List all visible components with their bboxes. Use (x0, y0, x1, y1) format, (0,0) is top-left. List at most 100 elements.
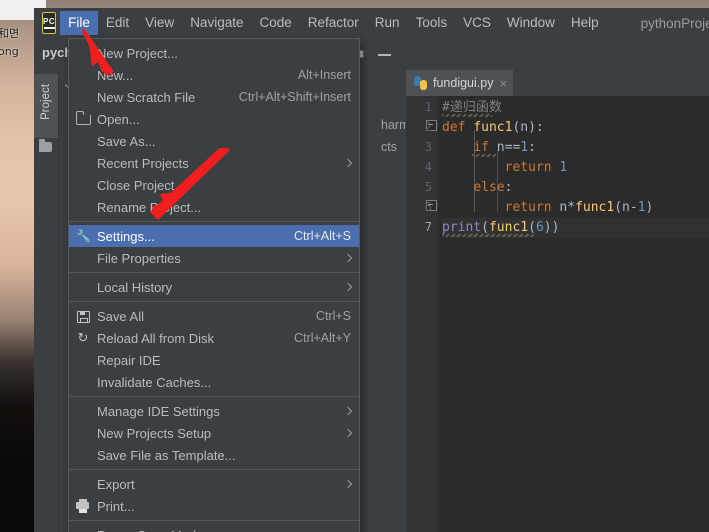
editor-gutter[interactable]: 1 2 3 4 5 6 7 (406, 96, 453, 532)
menu-file[interactable]: File (60, 11, 98, 35)
sidebar-tab-project[interactable]: Project (34, 74, 58, 138)
menu-separator (69, 469, 359, 470)
minimize-icon[interactable] (378, 54, 391, 56)
chevron-right-icon (343, 406, 353, 416)
line-number: 5 (424, 180, 432, 194)
menu-item-shortcut: Ctrl+S (315, 309, 351, 323)
line-number: 2 (424, 120, 432, 134)
folder-icon[interactable] (39, 139, 52, 152)
menu-item-recent-projects[interactable]: Recent Projects (69, 152, 359, 174)
menu-item-file-properties[interactable]: File Properties (69, 247, 359, 269)
menu-item-label: New Projects Setup (97, 425, 212, 441)
menu-item-label: File Properties (97, 250, 181, 266)
code-line[interactable]: def func1(n): (442, 118, 544, 138)
menu-item-open[interactable]: Open... (69, 108, 359, 130)
menu-edit[interactable]: Edit (98, 11, 137, 35)
desktop-icon-label-line1: 和면 (0, 28, 20, 40)
menu-item-power-save-mode[interactable]: Power Save Mode (69, 524, 359, 532)
line-number: 6 (424, 200, 432, 214)
menu-item-label: Rename Project... (97, 199, 202, 215)
menu-item-label: Power Save Mode (97, 528, 203, 532)
menu-item-label: Local History (97, 279, 173, 295)
menu-item-save-as[interactable]: Save As... (69, 130, 359, 152)
menu-item-save-file-as-template[interactable]: Save File as Template... (69, 444, 359, 466)
menu-help[interactable]: Help (563, 11, 607, 35)
menu-code[interactable]: Code (251, 11, 299, 35)
reload-icon: ↻ (77, 330, 89, 345)
menu-view[interactable]: View (137, 11, 182, 35)
menu-item-new[interactable]: New... Alt+Insert (69, 64, 359, 86)
menu-item-label: Manage IDE Settings (97, 403, 220, 419)
line-number: 4 (424, 160, 432, 174)
menu-item-label: Reload All from Disk (97, 330, 215, 346)
menu-item-label: Print... (97, 498, 135, 514)
pycharm-logo-icon: PC (42, 12, 57, 34)
menu-item-label: Invalidate Caches... (97, 374, 212, 390)
chevron-right-icon (343, 282, 353, 292)
line-number: 1 (424, 100, 432, 114)
editor-tab-label: fundigui.py (433, 76, 494, 90)
editor-area: fundigui.py × 1 2 3 4 5 6 7 #递归函数 def func1(n):… (406, 70, 709, 532)
code-line[interactable]: else: (442, 178, 512, 198)
left-tool-strip: Project (34, 70, 59, 532)
menu-item-label: Recent Projects (97, 155, 189, 171)
menu-item-local-history[interactable]: Local History (69, 276, 359, 298)
menu-item-shortcut: Alt+Insert (297, 68, 351, 82)
line-number: 7 (424, 220, 432, 234)
menu-run[interactable]: Run (367, 11, 408, 35)
menu-separator (69, 520, 359, 521)
folder-icon (75, 111, 91, 126)
menu-separator (69, 221, 359, 222)
menu-item-export[interactable]: Export (69, 473, 359, 495)
sidebar-tab-project-label: Project (40, 84, 52, 120)
menu-item-print[interactable]: Print... (69, 495, 359, 517)
menu-window[interactable]: Window (499, 11, 563, 35)
wrench-icon: 🔧 (76, 229, 91, 243)
menu-item-label: Settings... (97, 228, 155, 244)
chevron-right-icon (343, 158, 353, 168)
menu-item-new-project[interactable]: New Project... (69, 42, 359, 64)
menu-item-label: Close Project (97, 177, 175, 193)
code-line[interactable]: return n*func1(n-1) (442, 198, 654, 218)
editor-tab-fundigui[interactable]: fundigui.py × (406, 70, 514, 98)
python-file-icon (414, 76, 428, 90)
menu-tools[interactable]: Tools (408, 11, 456, 35)
file-menu-dropdown[interactable]: New Project... New... Alt+Insert New Scratc… (68, 38, 360, 532)
editor-tab-strip: fundigui.py × (406, 70, 709, 98)
menu-item-save-all[interactable]: Save All Ctrl+S (69, 305, 359, 327)
menu-item-new-projects-setup[interactable]: New Projects Setup (69, 422, 359, 444)
menu-item-reload-all-from-disk[interactable]: ↻ Reload All from Disk Ctrl+Alt+Y (69, 327, 359, 349)
chevron-right-icon (343, 479, 353, 489)
line-number: 3 (424, 140, 432, 154)
menu-item-label: Open... (97, 111, 140, 127)
menu-item-rename-project[interactable]: Rename Project... (69, 196, 359, 218)
inspection-squiggle (442, 114, 492, 117)
print-icon (76, 499, 90, 513)
menu-item-close-project[interactable]: Close Project (69, 174, 359, 196)
menu-item-label: New... (97, 67, 134, 83)
menu-item-manage-ide-settings[interactable]: Manage IDE Settings (69, 400, 359, 422)
menu-item-label: Repair IDE (97, 352, 161, 368)
code-content[interactable]: #递归函数 def func1(n): if n==1: return 1 els… (438, 96, 709, 532)
menu-item-label: Save File as Template... (97, 447, 236, 463)
menu-item-settings[interactable]: 🔧 Settings... Ctrl+Alt+S (69, 225, 359, 247)
menu-separator (69, 396, 359, 397)
menu-separator (69, 301, 359, 302)
menu-navigate[interactable]: Navigate (182, 11, 251, 35)
menu-item-new-scratch-file[interactable]: New Scratch File Ctrl+Alt+Shift+Insert (69, 86, 359, 108)
menu-item-label: Export (97, 476, 135, 492)
menu-item-invalidate-caches[interactable]: Invalidate Caches... (69, 371, 359, 393)
code-line[interactable]: return 1 (442, 158, 568, 178)
menu-separator (69, 272, 359, 273)
close-icon[interactable]: × (499, 77, 507, 90)
chevron-right-icon (343, 253, 353, 263)
window-title: pythonProject - fundig (640, 15, 709, 31)
menu-bar[interactable]: File Edit View Navigate Code Refactor Run Tools… (60, 8, 607, 38)
menu-item-label: Save All (97, 308, 144, 324)
menu-vcs[interactable]: VCS (455, 11, 499, 35)
project-tree-text-2[interactable]: cts (381, 140, 397, 154)
inspection-squiggle (442, 234, 534, 237)
menu-refactor[interactable]: Refactor (300, 11, 367, 35)
pycharm-logo-bar (43, 26, 55, 29)
menu-item-repair-ide[interactable]: Repair IDE (69, 349, 359, 371)
